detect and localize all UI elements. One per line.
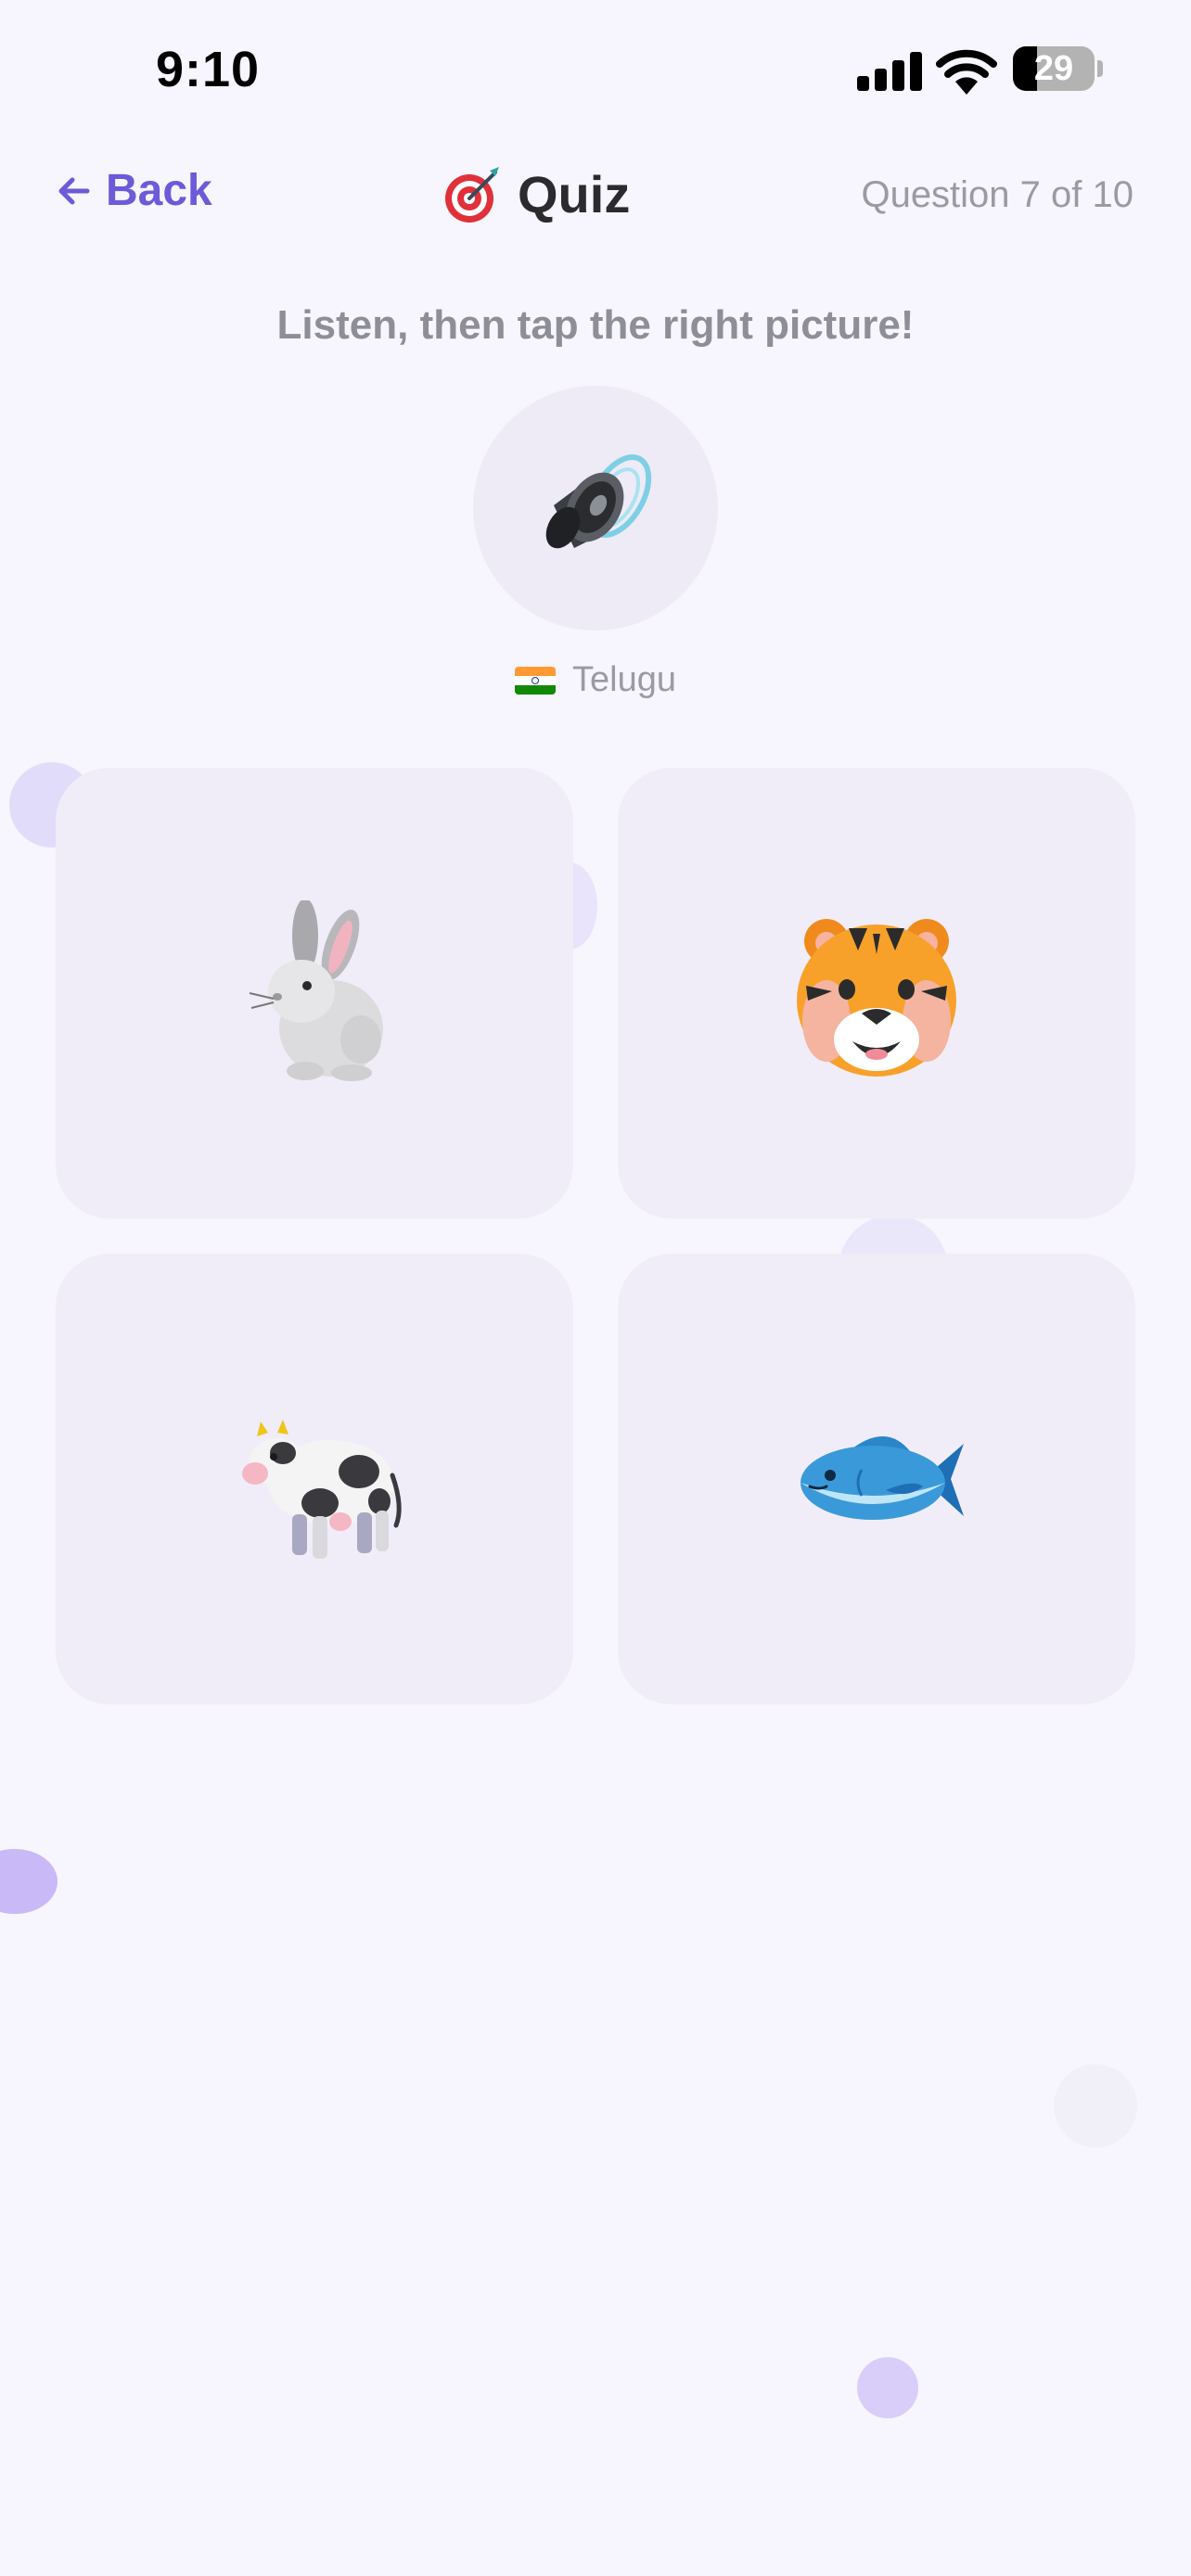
play-audio-button[interactable] — [473, 386, 718, 631]
arrow-left-icon — [58, 177, 90, 204]
tiger-face-icon — [797, 919, 956, 1077]
speaker-icon — [545, 454, 652, 549]
instruction-text: Listen, then tap the right picture! — [276, 302, 915, 348]
rabbit-icon — [249, 900, 383, 1081]
back-label: Back — [106, 166, 212, 215]
battery-cap — [1097, 60, 1103, 77]
language-name: Telugu — [572, 660, 676, 699]
india-flag-icon — [515, 666, 556, 695]
language-indicator: Telugu — [0, 660, 1191, 700]
choice-card-fish[interactable] — [618, 1254, 1135, 1704]
status-time: 9:10 — [156, 42, 261, 97]
decor-dot — [1054, 2064, 1137, 2148]
fish-icon — [800, 1436, 964, 1520]
choice-card-tiger[interactable] — [618, 768, 1135, 1218]
battery-icon: 29 — [1013, 46, 1095, 91]
choice-card-cow[interactable] — [56, 1254, 573, 1704]
choice-card-rabbit[interactable] — [56, 768, 573, 1218]
decor-dot — [857, 2357, 918, 2418]
cellular-signal-icon — [857, 52, 922, 91]
wifi-icon — [936, 49, 997, 95]
page-header: Quiz — [442, 163, 630, 224]
cow-icon — [242, 1420, 402, 1559]
status-bar: 9:10 29 — [0, 0, 1191, 139]
target-icon — [445, 167, 499, 223]
battery-level: 29 — [1033, 49, 1074, 88]
page-title: Quiz — [518, 164, 631, 223]
decor-dot — [0, 1849, 58, 1914]
back-button[interactable]: Back — [56, 165, 212, 216]
question-progress: Question 7 of 10 — [861, 174, 1133, 215]
